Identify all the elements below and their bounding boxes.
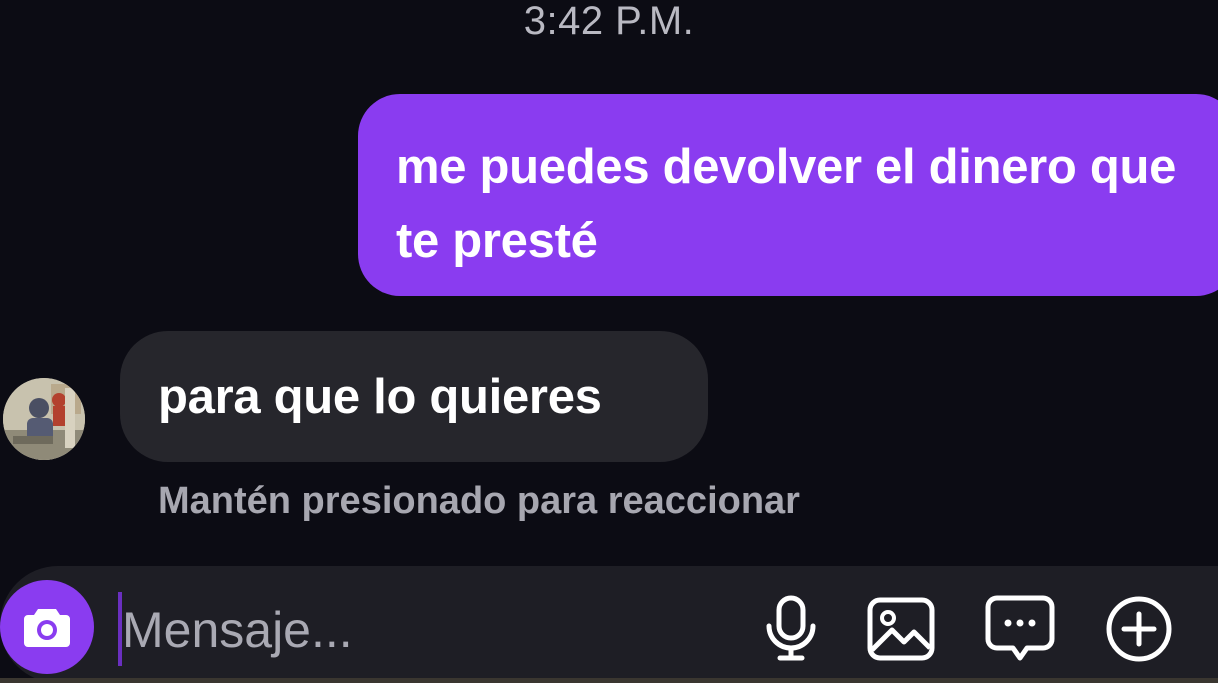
- sent-message-bubble[interactable]: me puedes devolver el dinero que te pres…: [358, 94, 1218, 296]
- more-button[interactable]: [1104, 594, 1174, 664]
- received-message-bubble[interactable]: para que lo quieres: [120, 331, 708, 462]
- avatar[interactable]: [3, 378, 85, 460]
- gallery-button[interactable]: [866, 594, 936, 664]
- avatar-photo: [3, 378, 85, 460]
- microphone-button[interactable]: [756, 594, 826, 664]
- message-input[interactable]: [122, 594, 722, 666]
- plus-circle-icon: [1106, 596, 1172, 662]
- sent-message-text: me puedes devolver el dinero que te pres…: [396, 140, 1177, 268]
- bottom-edge: [0, 678, 1218, 683]
- camera-icon: [24, 609, 70, 647]
- message-timestamp: 3:42 P.M.: [523, 0, 695, 43]
- image-icon: [867, 597, 935, 661]
- camera-button[interactable]: [0, 580, 94, 674]
- chat-bubble-icon: [985, 595, 1055, 661]
- chat-screen: 3:42 P.M. me puedes devolver el dinero q…: [0, 0, 1218, 683]
- microphone-icon: [766, 595, 816, 661]
- received-message-text: para que lo quieres: [158, 370, 602, 424]
- sticker-button[interactable]: [985, 594, 1055, 664]
- reaction-hint: Mantén presionado para reaccionar: [158, 480, 800, 522]
